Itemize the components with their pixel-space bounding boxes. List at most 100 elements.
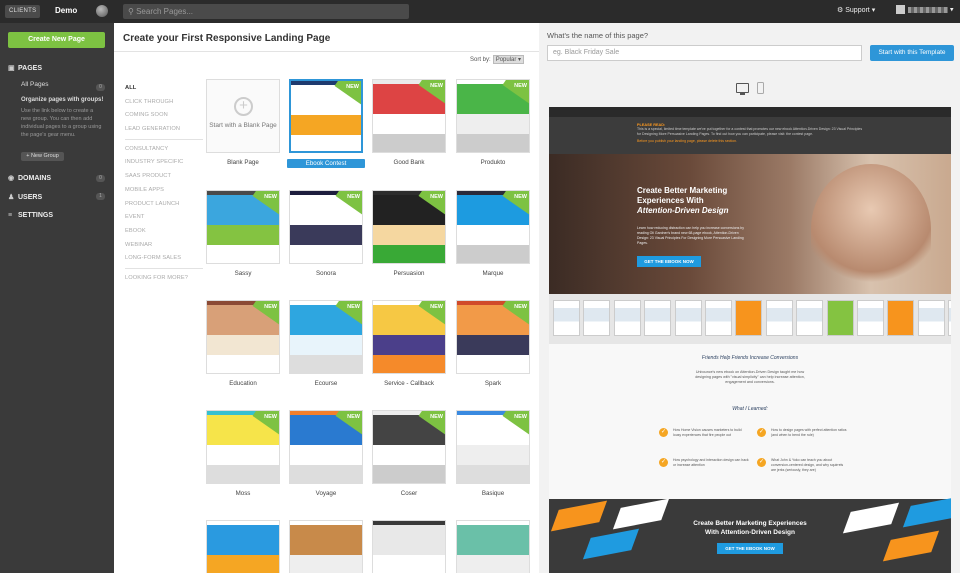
clients-button[interactable]: CLIENTS bbox=[5, 5, 41, 18]
new-group-button[interactable]: + New Group bbox=[21, 152, 64, 161]
template-name: Blank Page bbox=[227, 159, 259, 166]
template-thumbnail[interactable]: NEW bbox=[289, 190, 363, 264]
template-card[interactable] bbox=[289, 520, 363, 573]
thumbnail-section bbox=[290, 445, 362, 465]
template-thumbnail[interactable]: NEW bbox=[456, 190, 530, 264]
category-item[interactable]: CLICK THROUGH bbox=[125, 99, 203, 113]
category-item[interactable]: CONSULTANCY bbox=[125, 146, 203, 160]
search-input[interactable]: ⚲ Search Pages... bbox=[123, 4, 409, 19]
template-thumbnail[interactable]: NEW bbox=[456, 300, 530, 374]
desktop-icon[interactable] bbox=[736, 83, 749, 95]
ebook-page-thumbnail bbox=[826, 300, 854, 336]
template-card[interactable]: NEW Sonora bbox=[289, 190, 363, 279]
template-thumbnail[interactable]: NEW bbox=[372, 410, 446, 484]
category-item[interactable]: INDUSTRY SPECIFIC bbox=[125, 159, 203, 173]
template-thumbnail[interactable]: NEW bbox=[372, 300, 446, 374]
template-card[interactable]: NEW Voyage bbox=[289, 410, 363, 499]
start-with-template-button[interactable]: Start with this Template bbox=[870, 45, 954, 61]
template-thumbnail[interactable] bbox=[289, 520, 363, 573]
template-card[interactable] bbox=[456, 520, 530, 573]
sidebar-item-settings[interactable]: ≡ SETTINGS bbox=[8, 212, 53, 219]
template-thumbnail[interactable]: NEW bbox=[289, 300, 363, 374]
chevron-down-icon: ▾ bbox=[949, 6, 954, 14]
thumbnail-section bbox=[373, 555, 445, 573]
support-menu[interactable]: ⚙ Support ▾ bbox=[837, 6, 875, 14]
template-thumbnail[interactable]: NEW bbox=[289, 410, 363, 484]
category-item[interactable]: LEAD GENERATION bbox=[125, 126, 203, 140]
account-avatar[interactable] bbox=[96, 5, 108, 17]
template-card[interactable]: NEW Moss bbox=[206, 410, 280, 499]
template-card[interactable]: + Start with a Blank Page Blank Page bbox=[206, 79, 280, 168]
learned-text: What John & Yoko can teach you about con… bbox=[771, 458, 844, 472]
category-item[interactable]: WEBINAR bbox=[125, 242, 203, 256]
template-thumbnail[interactable]: + Start with a Blank Page bbox=[206, 79, 280, 153]
new-badge-label: NEW bbox=[347, 194, 360, 200]
template-name: Marque bbox=[482, 270, 504, 277]
chevron-down-icon: ▾ bbox=[871, 7, 876, 14]
sidebar-item-all-pages[interactable]: All Pages bbox=[21, 81, 48, 88]
category-item[interactable]: EVENT bbox=[125, 214, 203, 228]
account-name[interactable]: Demo bbox=[55, 6, 77, 15]
template-name: Education bbox=[229, 380, 257, 387]
template-card[interactable]: NEW Basique bbox=[456, 410, 530, 499]
template-thumbnail[interactable] bbox=[206, 520, 280, 573]
template-card[interactable]: NEW Coser bbox=[372, 410, 446, 499]
template-thumbnail[interactable]: NEW bbox=[206, 300, 280, 374]
template-preview[interactable]: PLEASE READ: This is a special, limited … bbox=[549, 107, 951, 573]
category-item[interactable]: LONG-FORM SALES bbox=[125, 255, 203, 269]
new-badge-label: NEW bbox=[430, 414, 443, 420]
new-badge-label: NEW bbox=[430, 83, 443, 89]
template-card[interactable] bbox=[372, 520, 446, 573]
category-item[interactable]: SAAS PRODUCT bbox=[125, 173, 203, 187]
ebook-page-thumbnail bbox=[917, 300, 945, 336]
check-icon: ✓ bbox=[757, 458, 766, 467]
sidebar-item-users[interactable]: ♟ USERS bbox=[8, 193, 42, 201]
mobile-icon[interactable] bbox=[757, 82, 764, 94]
template-thumbnail[interactable]: NEW bbox=[456, 79, 530, 153]
template-thumbnail[interactable]: NEW bbox=[206, 410, 280, 484]
learned-text: How psychology and interaction design ca… bbox=[673, 458, 749, 467]
template-card[interactable]: NEW Ecourse bbox=[289, 300, 363, 389]
organize-title: Organize pages with groups! bbox=[21, 97, 104, 103]
footer-headline: Create Better Marketing Experiences With … bbox=[549, 519, 951, 537]
category-item[interactable]: ALL bbox=[125, 85, 203, 99]
template-thumbnail[interactable]: NEW bbox=[456, 410, 530, 484]
create-new-page-button[interactable]: Create New Page bbox=[8, 32, 105, 48]
template-card[interactable]: NEW Ebook Contest bbox=[287, 79, 365, 168]
hero-line: Create Better Marketing bbox=[637, 186, 728, 195]
user-menu[interactable]: ▾ bbox=[896, 5, 953, 14]
template-card[interactable] bbox=[206, 520, 280, 573]
template-thumbnail[interactable] bbox=[372, 520, 446, 573]
thumbnail-section bbox=[373, 114, 445, 134]
category-item[interactable]: COMING SOON bbox=[125, 112, 203, 126]
category-item[interactable]: MOBILE APPS bbox=[125, 187, 203, 201]
sidebar-item-domains[interactable]: ◉ DOMAINS bbox=[8, 174, 51, 182]
new-badge-label: NEW bbox=[264, 414, 277, 420]
new-badge-label: NEW bbox=[264, 194, 277, 200]
template-thumbnail[interactable]: NEW bbox=[289, 79, 363, 153]
template-thumbnail[interactable]: NEW bbox=[206, 190, 280, 264]
learned-text: How to design pages with perfect attenti… bbox=[771, 428, 847, 437]
template-card[interactable]: NEW Service - Callback bbox=[372, 300, 446, 389]
category-item[interactable]: LOOKING FOR MORE? bbox=[125, 275, 203, 289]
category-item[interactable]: EBOOK bbox=[125, 228, 203, 242]
globe-icon: ◉ bbox=[8, 175, 15, 182]
sidebar-item-pages[interactable]: ▣ PAGES bbox=[8, 64, 42, 72]
template-preview-panel: What's the name of this page? eg. Black … bbox=[539, 23, 960, 573]
template-card[interactable]: NEW Produkto bbox=[456, 79, 530, 168]
template-thumbnail[interactable]: NEW bbox=[372, 79, 446, 153]
sort-select[interactable]: Popular ▾ bbox=[492, 55, 525, 64]
template-thumbnail[interactable]: NEW bbox=[372, 190, 446, 264]
template-name: Ecourse bbox=[314, 380, 338, 387]
page-name-input[interactable]: eg. Black Friday Sale bbox=[547, 45, 862, 61]
template-card[interactable]: NEW Sassy bbox=[206, 190, 280, 279]
template-thumbnail[interactable] bbox=[456, 520, 530, 573]
template-card[interactable]: NEW Spark bbox=[456, 300, 530, 389]
template-card[interactable]: NEW Marque bbox=[456, 190, 530, 279]
template-card[interactable]: NEW Good Bank bbox=[372, 79, 446, 168]
search-icon: ⚲ bbox=[128, 7, 134, 16]
template-card[interactable]: NEW Persuasion bbox=[372, 190, 446, 279]
category-item[interactable]: PRODUCT LAUNCH bbox=[125, 201, 203, 215]
template-card[interactable]: NEW Education bbox=[206, 300, 280, 389]
check-icon: ✓ bbox=[659, 458, 668, 467]
